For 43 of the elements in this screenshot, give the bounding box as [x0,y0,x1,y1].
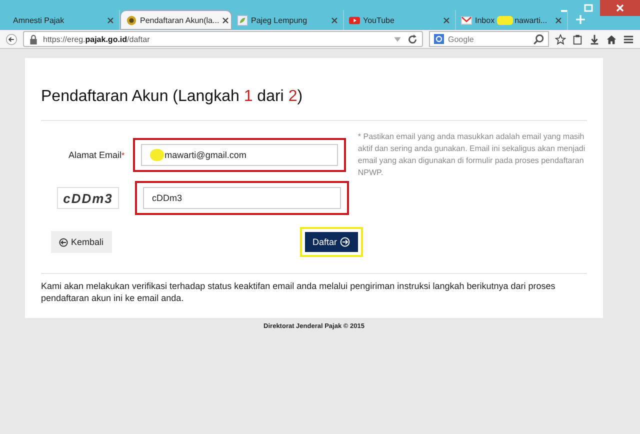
submit-button[interactable]: Daftar [304,232,358,252]
field-label: Alamat Email* [68,150,125,160]
play-icon [349,14,360,26]
tab-title: YouTube [363,16,394,24]
address-bar[interactable]: https://ereg.pajak.go.id/daftar [23,31,423,47]
lock-icon [28,34,39,44]
forward-arrow-icon [340,237,350,247]
back-button[interactable]: Kembali [51,231,112,253]
email-input[interactable]: mawarti@gmail.com [140,144,338,166]
tab-title: Pajeg Lempung [251,16,308,24]
info-text: Kami akan melakukan verifikasi terhadap status keaktifan email anda melalui pengiriman instruksi langkah berikutnya dari proses pendaftaran akun ini ke email anda. [41,273,587,304]
home-icon[interactable] [606,34,617,44]
leaf-icon [237,14,248,26]
close-icon[interactable] [555,16,562,24]
back-arrow-icon [59,238,68,246]
search-icon[interactable] [533,34,544,44]
url-text[interactable]: https://ereg.pajak.go.id/daftar [43,34,150,44]
page-heading: Pendaftaran Akun (Langkah 1 dari 2) [41,88,304,106]
search-placeholder: Google [448,34,474,44]
emblem-icon [126,14,137,26]
close-icon[interactable] [222,16,230,24]
captcha-image: cDDm3 [57,187,119,209]
star-icon[interactable] [555,34,566,44]
email-value: mawarti@gmail.com [164,150,246,160]
search-field[interactable]: Google [429,31,549,47]
reload-icon[interactable] [407,34,418,44]
browser-tab[interactable]: Pendaftaran Akun(la... [120,10,232,30]
tab-title: nawarti... [514,16,548,24]
tab-title: Amnesti Pajak [13,16,64,24]
clipboard-icon[interactable] [572,34,583,44]
close-icon[interactable] [107,16,114,24]
tab-title: Pendaftaran Akun(la... [140,16,220,24]
captcha-input[interactable]: cDDm3 [143,187,341,209]
google-icon[interactable] [434,34,444,44]
close-icon[interactable] [331,16,338,24]
close-icon[interactable] [443,16,450,24]
scrollbar[interactable] [632,49,640,434]
tab-title: Inbox [475,16,495,24]
back-arrow-icon[interactable] [6,34,17,44]
hint-text: * Pastikan email yang anda masukkan adalah email yang masih aktif dan sering anda gunakan. Email ini sekaligus akan menjadi email yang akan digunakan di formulir pada proses pendaftaran NPWP. [358,131,586,179]
mail-icon [461,14,472,26]
menu-icon[interactable] [623,34,634,44]
download-icon[interactable] [589,34,600,44]
